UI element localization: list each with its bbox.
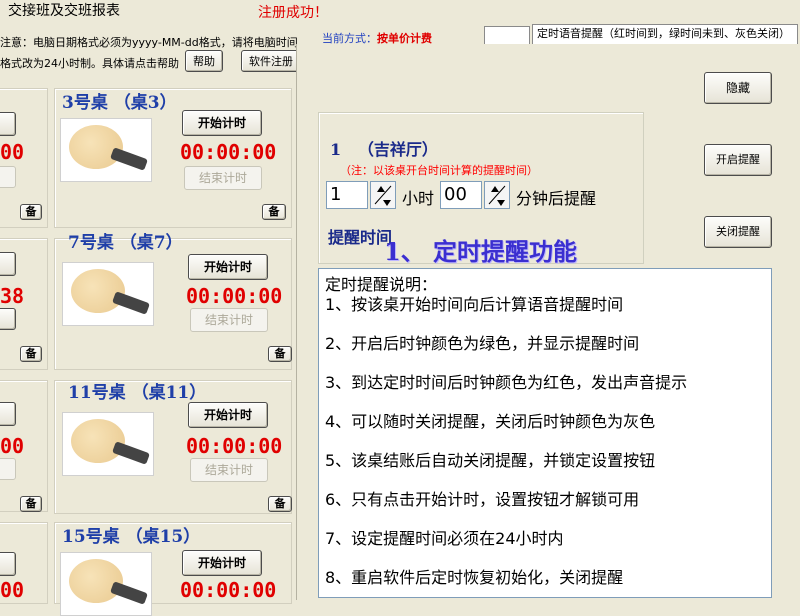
reminder-tab[interactable]: 定时语音提醒（红时间到，绿时间未到、灰色关闭） — [532, 24, 798, 44]
table-title-15: 15号桌 （桌15） — [62, 522, 200, 547]
feature-title: 1、 定时提醒功能 — [384, 237, 578, 266]
left-start-button-2[interactable] — [0, 252, 16, 276]
table-name-11: 11号桌 — [68, 383, 126, 403]
left-timer-4: 00 — [0, 578, 25, 602]
table-paddle-image-7 — [62, 262, 154, 326]
table-code-3: （桌3） — [113, 93, 177, 113]
register-status: 注册成功！ — [258, 5, 328, 21]
table-name-15: 15号桌 — [62, 527, 120, 547]
table-timer-15: 00:00:00 — [180, 578, 277, 602]
reminder-time-label: 提醒时间 — [328, 228, 393, 247]
table-name-3: 3号桌 — [62, 93, 108, 113]
spinner-arrows-icon — [488, 185, 506, 206]
stop-timer-button-3: 结束计时 — [184, 166, 262, 190]
start-timer-button-15[interactable]: 开始计时 — [182, 550, 262, 576]
stop-timer-button-11: 结束计时 — [190, 458, 268, 482]
hours-input[interactable]: 1 — [326, 181, 368, 209]
table-title-7: 7号桌 （桌7） — [68, 228, 183, 253]
left-spare-button-3[interactable]: 备 — [20, 496, 42, 512]
left-start-button-4[interactable] — [0, 552, 16, 576]
notice-line-2: 格式改为24小时制。具体请点击帮助 — [0, 57, 179, 70]
spinner-arrows-icon — [374, 185, 392, 206]
hours-spinner[interactable] — [370, 181, 396, 209]
instruction-line-6: 6、只有点击开始计时，设置按钮才解锁可用 — [325, 490, 640, 509]
instruction-line-3: 3、到达定时时间后时钟颜色为红色，发出声音提示 — [325, 373, 688, 392]
instructions-box[interactable]: 定时提醒说明： 1、按该桌开始时间向后计算语音提醒时间 2、开启后时钟颜色为绿色… — [318, 268, 772, 598]
left-start-button-1[interactable] — [0, 112, 16, 136]
instruction-line-5: 5、该桌结账后自动关闭提醒，并锁定设置按钮 — [325, 451, 656, 470]
reminder-note: （注：以该桌开台时间计算的提醒时间） — [340, 164, 538, 177]
left-timer-2: 38 — [0, 284, 25, 308]
table-paddle-image-3 — [60, 118, 152, 182]
help-button[interactable]: 帮助 — [185, 50, 223, 72]
instruction-line-2: 2、开启后时钟颜色为绿色，并显示提醒时间 — [325, 334, 640, 353]
enable-reminder-button[interactable]: 开启提醒 — [704, 144, 772, 176]
instruction-line-4: 4、可以随时关闭提醒，关闭后时钟颜色为灰色 — [325, 412, 656, 431]
table-name-7: 7号桌 — [68, 233, 114, 253]
window-title: 交接班及交班报表 — [8, 3, 120, 19]
minutes-label: 分钟后提醒 — [516, 189, 597, 208]
start-timer-button-7[interactable]: 开始计时 — [188, 254, 268, 280]
left-stop-button-3 — [0, 458, 16, 480]
table-code-7: （桌7） — [119, 233, 183, 253]
table-paddle-image-15 — [60, 552, 152, 616]
hide-button[interactable]: 隐藏 — [704, 72, 772, 104]
instruction-line-1: 1、按该桌开始时间向后计算语音提醒时间 — [325, 295, 624, 314]
spare-button-7[interactable]: 备 — [268, 346, 292, 362]
table-paddle-image-11 — [62, 412, 154, 476]
table-timer-3: 00:00:00 — [180, 140, 277, 164]
left-spare-button-2[interactable]: 备 — [20, 346, 42, 362]
disable-reminder-button[interactable]: 关闭提醒 — [704, 216, 772, 248]
minutes-input[interactable]: 00 — [440, 181, 482, 209]
instruction-line-7: 7、设定提醒时间必须在24小时内 — [325, 529, 564, 548]
start-timer-button-3[interactable]: 开始计时 — [182, 110, 262, 136]
hours-label: 小时 — [402, 189, 435, 208]
spare-button-3[interactable]: 备 — [262, 204, 286, 220]
table-title-3: 3号桌 （桌3） — [62, 88, 177, 113]
left-timer-3: 00 — [0, 434, 25, 458]
reminder-table-no: 1 — [330, 140, 342, 159]
start-timer-button-11[interactable]: 开始计时 — [188, 402, 268, 428]
notice-line-1: 注意：电脑日期格式必须为yyyy-MM-dd格式，请将电脑时间 — [0, 36, 298, 49]
spare-button-11[interactable]: 备 — [268, 496, 292, 512]
table-timer-11: 00:00:00 — [186, 434, 283, 458]
left-start-button-3[interactable] — [0, 402, 16, 426]
stop-timer-button-7: 结束计时 — [190, 308, 268, 332]
left-stop-button-1 — [0, 166, 16, 188]
table-code-11: （桌11） — [131, 383, 207, 403]
reminder-table-label: 1 （吉祥厅） — [330, 136, 438, 160]
instruction-line-8: 8、重启软件后定时恢复初始化，关闭提醒 — [325, 568, 624, 587]
left-spare-button-1[interactable]: 备 — [20, 204, 42, 220]
register-button[interactable]: 软件注册 — [241, 50, 301, 72]
table-timer-7: 00:00:00 — [186, 284, 283, 308]
left-timer-1: 00 — [0, 140, 25, 164]
table-title-11: 11号桌 （桌11） — [68, 378, 206, 403]
minutes-spinner[interactable] — [484, 181, 510, 209]
table-code-15: （桌15） — [125, 527, 201, 547]
left-stop-button-2[interactable] — [0, 308, 16, 330]
reminder-table-name: （吉祥厅） — [357, 140, 438, 159]
